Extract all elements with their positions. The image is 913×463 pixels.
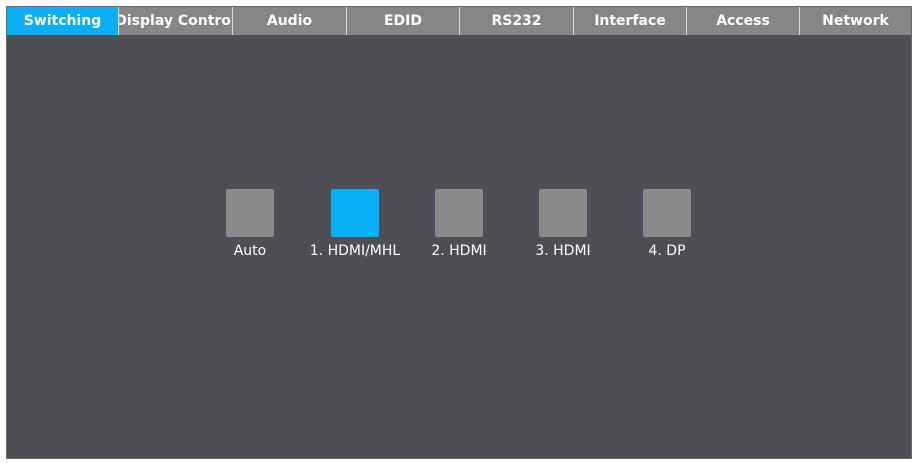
input-hdmi-mhl-1-button[interactable] — [331, 189, 379, 237]
input-hdmi-3-button[interactable] — [539, 189, 587, 237]
input-hdmi-2-button[interactable] — [435, 189, 483, 237]
input-dp-4-label: 4. DP — [648, 243, 686, 259]
tab-bar: Switching Display Control Audio EDID RS2… — [7, 7, 911, 35]
tab-interface[interactable]: Interface — [574, 7, 687, 35]
tab-switching[interactable]: Switching — [7, 7, 119, 35]
tab-audio[interactable]: Audio — [233, 7, 347, 35]
tab-network[interactable]: Network — [800, 7, 911, 35]
input-auto-label: Auto — [233, 243, 267, 259]
input-dp-4-button[interactable] — [643, 189, 691, 237]
input-hdmi-2-label: 2. HDMI — [431, 243, 487, 259]
input-auto-button[interactable] — [226, 189, 274, 237]
tab-edid[interactable]: EDID — [347, 7, 460, 35]
input-hdmi-3-label: 3. HDMI — [535, 243, 591, 259]
tab-access[interactable]: Access — [687, 7, 800, 35]
tab-rs232[interactable]: RS232 — [460, 7, 574, 35]
switching-panel: Switching Display Control Audio EDID RS2… — [6, 6, 912, 459]
tab-display-control[interactable]: Display Control — [119, 7, 233, 35]
input-hdmi-mhl-1-label: 1. HDMI/MHL — [309, 243, 401, 259]
